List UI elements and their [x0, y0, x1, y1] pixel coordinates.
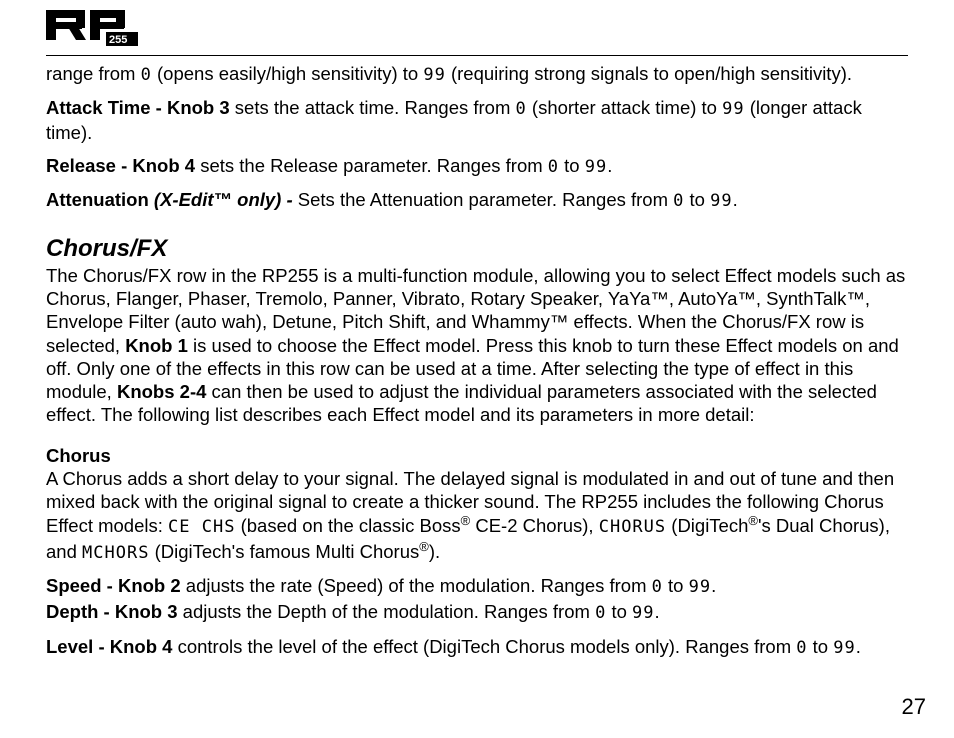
lcd-value: 0	[652, 577, 663, 597]
para-range-sensitivity: range from 0 (opens easily/high sensitiv…	[46, 62, 908, 86]
section-heading-chorusfx: Chorus/FX	[46, 234, 908, 264]
lcd-model: CE CHS	[168, 518, 235, 538]
knob-ref: Knobs 2-4	[117, 381, 206, 402]
para-depth: Depth - Knob 3 adjusts the Depth of the …	[46, 600, 908, 624]
para-chorusfx-intro: The Chorus/FX row in the RP255 is a mult…	[46, 264, 908, 426]
lcd-model: CHORUS	[599, 518, 666, 538]
param-label: Depth - Knob 3	[46, 601, 178, 622]
lcd-value: 0	[548, 157, 559, 177]
lcd-value: 0	[673, 191, 684, 211]
header-rule: 255	[46, 10, 908, 56]
param-label: Attenuation	[46, 189, 154, 210]
logo-number: 255	[109, 34, 127, 46]
lcd-value: 99	[585, 157, 607, 177]
lcd-value: 99	[833, 638, 855, 658]
lcd-value: 0	[595, 603, 606, 623]
para-attack-time: Attack Time - Knob 3 sets the attack tim…	[46, 96, 908, 143]
page-number: 27	[902, 694, 926, 720]
param-label: Level - Knob 4	[46, 636, 172, 657]
para-attenuation: Attenuation (X-Edit™ only) - Sets the At…	[46, 188, 908, 212]
para-level: Level - Knob 4 controls the level of the…	[46, 635, 908, 659]
para-chorus-desc: A Chorus adds a short delay to your sign…	[46, 467, 908, 564]
knob-ref: Knob 1	[125, 335, 188, 356]
lcd-value: 0	[141, 65, 152, 85]
lcd-value: 99	[722, 99, 744, 119]
lcd-value: 99	[423, 65, 445, 85]
para-speed: Speed - Knob 2 adjusts the rate (Speed) …	[46, 574, 908, 598]
lcd-value: 99	[632, 603, 654, 623]
lcd-value: 0	[516, 99, 527, 119]
lcd-value: 0	[796, 638, 807, 658]
logo-rp255: 255	[46, 10, 156, 53]
lcd-model: MCHORS	[82, 543, 149, 563]
lcd-value: 99	[710, 191, 732, 211]
param-label: Release - Knob 4	[46, 155, 195, 176]
lcd-value: 99	[689, 577, 711, 597]
param-label: Speed - Knob 2	[46, 575, 181, 596]
body-text: range from 0 (opens easily/high sensitiv…	[46, 62, 908, 659]
para-release: Release - Knob 4 sets the Release parame…	[46, 154, 908, 178]
subheading-chorus: Chorus	[46, 444, 908, 467]
param-label: Attack Time - Knob 3	[46, 97, 230, 118]
param-label-note: (X-Edit™ only) -	[154, 189, 298, 210]
